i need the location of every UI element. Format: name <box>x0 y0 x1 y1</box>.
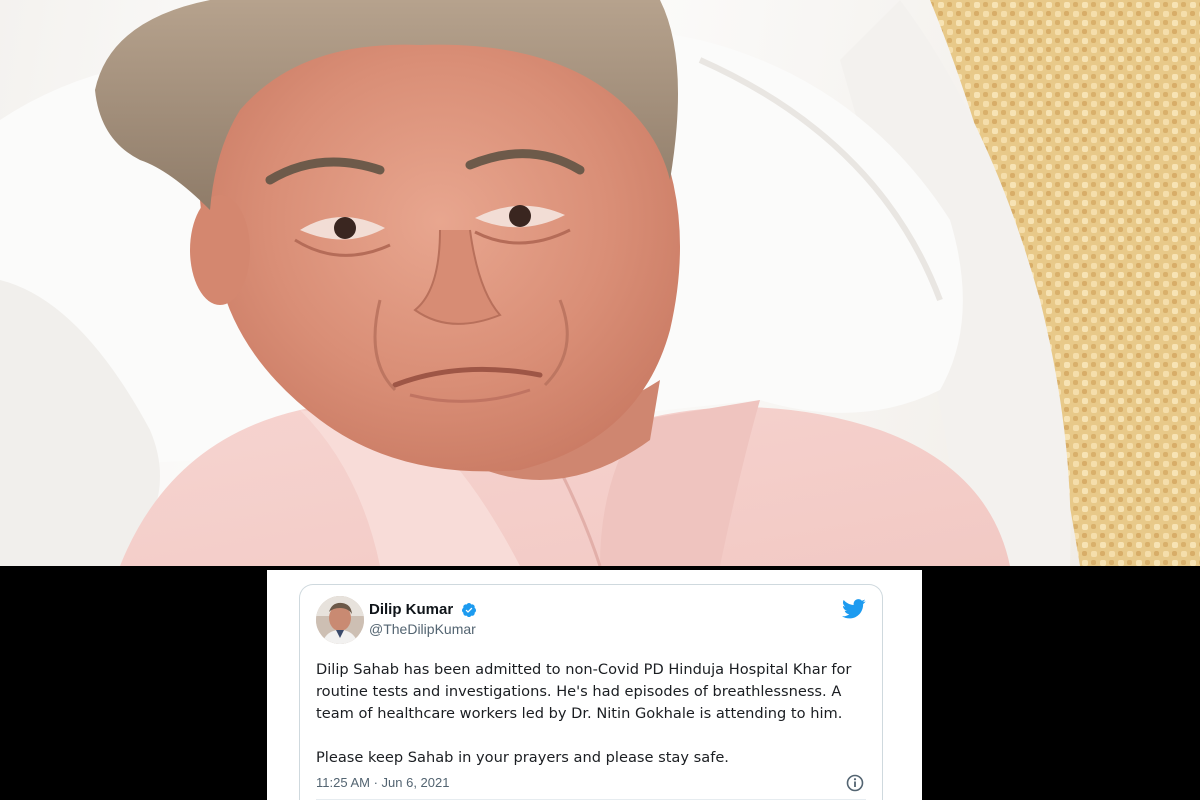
tweet-card[interactable]: Dilip Kumar @TheDilipKumar Dilip Sahab h… <box>299 584 883 800</box>
twitter-bird-icon[interactable] <box>842 599 866 619</box>
tweet-embed: Dilip Kumar @TheDilipKumar Dilip Sahab h… <box>267 570 922 800</box>
tweet-text: Dilip Sahab has been admitted to non-Cov… <box>316 661 852 766</box>
verified-badge-icon <box>461 602 477 618</box>
author-name[interactable]: Dilip Kumar <box>369 601 453 618</box>
hospital-photo <box>0 0 1200 566</box>
tweet-author[interactable]: Dilip Kumar @TheDilipKumar <box>369 599 477 637</box>
tweet-timestamp[interactable]: 11:25 AM · Jun 6, 2021 <box>316 775 449 790</box>
info-icon[interactable] <box>846 774 864 792</box>
author-handle[interactable]: @TheDilipKumar <box>369 621 477 637</box>
avatar[interactable] <box>316 596 364 644</box>
